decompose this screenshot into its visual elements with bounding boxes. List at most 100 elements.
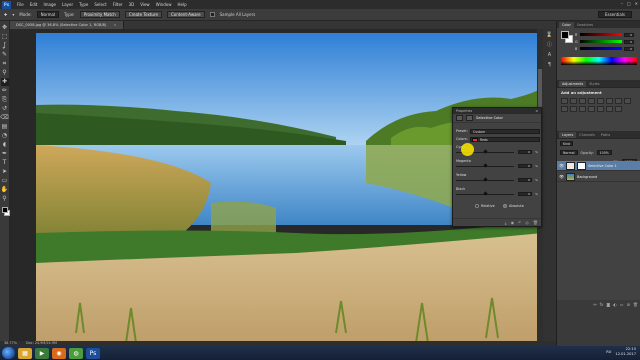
channel-slider-g[interactable]: G0 (575, 39, 637, 44)
clock[interactable]: 22:15 12.01.2017 (615, 347, 636, 357)
crop-icon[interactable]: ⌗ (1, 60, 9, 68)
color-balance-icon[interactable] (615, 98, 622, 104)
zoom-icon[interactable]: ⚲ (1, 195, 9, 203)
layer-row[interactable]: 👁 Selective Color 1 (557, 161, 640, 171)
paragraph-panel-icon[interactable]: ¶ (546, 62, 554, 69)
layer-thumbnail[interactable] (566, 172, 575, 181)
sample-all-layers-checkbox[interactable] (209, 12, 215, 17)
panel-menu-icon[interactable]: ≡ (535, 109, 538, 113)
info-panel-icon[interactable]: ⓘ (546, 42, 554, 49)
brush-size-picker[interactable]: ▾ (12, 12, 14, 17)
move-icon[interactable]: ✥ (1, 24, 9, 32)
clone-stamp-icon[interactable]: ⎘ (1, 96, 9, 104)
eyedropper-icon[interactable]: ⚲ (1, 69, 9, 77)
brightness-contrast-icon[interactable] (561, 98, 568, 104)
menu-type[interactable]: Type (79, 2, 88, 7)
visibility-icon[interactable]: ◎ (525, 220, 529, 225)
magenta-slider[interactable]: Magenta 0% (456, 159, 540, 173)
exposure-icon[interactable] (588, 98, 595, 104)
folder-icon[interactable]: ▭ (620, 302, 624, 307)
workspace-select[interactable]: Essentials (597, 11, 632, 18)
colors-select[interactable]: Reds (470, 136, 540, 142)
blend-mode-select[interactable]: Normal (560, 150, 578, 155)
path-select-icon[interactable]: ➤ (1, 168, 9, 176)
levels-icon[interactable] (570, 98, 577, 104)
zoom-level[interactable]: 36.77% (4, 341, 17, 345)
reset-icon[interactable]: ↶ (518, 220, 521, 225)
channel-slider-b[interactable]: B0 (575, 46, 637, 51)
menu-edit[interactable]: Edit (30, 2, 38, 7)
lasso-icon[interactable]: ʆ (1, 42, 9, 50)
black-slider[interactable]: Black 0% (456, 187, 540, 201)
hand-icon[interactable]: ✋ (1, 186, 9, 194)
shape-icon[interactable]: ▭ (1, 177, 9, 185)
foreground-color-icon[interactable] (1, 207, 8, 213)
layer-mask-thumbnail[interactable] (577, 161, 586, 170)
chrome-icon[interactable]: ◍ (69, 347, 83, 359)
start-button[interactable] (2, 347, 15, 359)
quick-select-icon[interactable]: ✎ (1, 51, 9, 59)
pen-icon[interactable]: ✒ (1, 150, 9, 158)
channel-value-input[interactable]: 0 (624, 32, 634, 37)
content-aware-button[interactable]: Content-Aware (167, 11, 205, 18)
layer-kind-select[interactable]: Kind (560, 141, 574, 146)
threshold-icon[interactable] (597, 106, 604, 112)
foreground-color-swatch[interactable] (561, 31, 569, 39)
view-previous-icon[interactable]: ◉ (511, 220, 515, 225)
type-icon[interactable]: T (1, 159, 9, 167)
absolute-radio[interactable]: Absolute (503, 204, 524, 208)
link-icon[interactable]: ⚯ (593, 302, 596, 307)
channel-gradient[interactable] (580, 47, 622, 50)
channel-gradient[interactable] (580, 33, 622, 36)
channel-value-input[interactable]: 0 (624, 39, 634, 44)
close-button[interactable]: ✕ (635, 1, 638, 6)
close-document-icon[interactable]: × (114, 23, 117, 27)
healing-tool-icon[interactable]: ✚ (4, 12, 7, 17)
adjustment-icon[interactable]: ◐ (613, 302, 617, 307)
hue-saturation-icon[interactable] (606, 98, 613, 104)
menu-view[interactable]: View (140, 2, 150, 7)
selective-color-icon[interactable] (615, 106, 622, 112)
clip-to-layer-icon[interactable]: ⤓ (505, 220, 507, 225)
mode-select[interactable]: Normal (36, 11, 60, 18)
relative-radio[interactable]: Relative (475, 204, 495, 208)
color-spectrum[interactable] (561, 57, 637, 65)
create-texture-button[interactable]: Create Texture (124, 11, 162, 18)
channel-value-input[interactable]: 0 (624, 46, 634, 51)
brush-icon[interactable]: ✏ (1, 87, 9, 95)
history-brush-icon[interactable]: ↺ (1, 105, 9, 113)
slider-value-input[interactable]: 0 (518, 192, 532, 196)
yellow-slider[interactable]: Yellow 0% (456, 173, 540, 187)
menu-help[interactable]: Help (177, 2, 186, 7)
layer-row[interactable]: 👁 Background (557, 172, 640, 182)
slider-value-input[interactable]: 0 (518, 178, 532, 182)
properties-tab[interactable]: Properties (456, 109, 472, 113)
preset-select[interactable]: Custom (470, 128, 540, 134)
slider-value-input[interactable]: 0 (518, 164, 532, 168)
blur-icon[interactable]: ◔ (1, 132, 9, 140)
tab-styles[interactable]: Styles (586, 81, 602, 87)
channel-slider-r[interactable]: R0 (575, 32, 637, 37)
invert-icon[interactable] (579, 106, 586, 112)
channel-mixer-icon[interactable] (570, 106, 577, 112)
gradient-icon[interactable]: ▤ (1, 123, 9, 131)
explorer-icon[interactable]: ▦ (18, 347, 32, 359)
vibrance-icon[interactable] (597, 98, 604, 104)
opacity-input[interactable]: 100% (596, 150, 612, 155)
dodge-icon[interactable]: ◖ (1, 141, 9, 149)
adjustment-thumbnail-icon[interactable] (566, 161, 575, 170)
maximize-button[interactable]: □ (627, 1, 631, 6)
gradient-map-icon[interactable] (606, 106, 613, 112)
media-player-icon[interactable]: ▶ (35, 347, 49, 359)
menu-filter[interactable]: Filter (113, 2, 123, 7)
posterize-icon[interactable] (588, 106, 595, 112)
visibility-eye-icon[interactable]: 👁 (559, 163, 564, 168)
curves-icon[interactable] (579, 98, 586, 104)
document-tab[interactable]: DSC_0058.jpg @ 36.8% (Selective Color 1,… (10, 21, 124, 29)
marquee-icon[interactable]: ⬚ (1, 33, 9, 41)
menu-file[interactable]: File (17, 2, 24, 7)
trash-icon[interactable]: 🗑 (633, 302, 638, 307)
history-panel-icon[interactable]: ⌛ (546, 32, 554, 39)
language-indicator[interactable]: RU (606, 350, 611, 354)
menu-3d[interactable]: 3D (129, 2, 135, 7)
